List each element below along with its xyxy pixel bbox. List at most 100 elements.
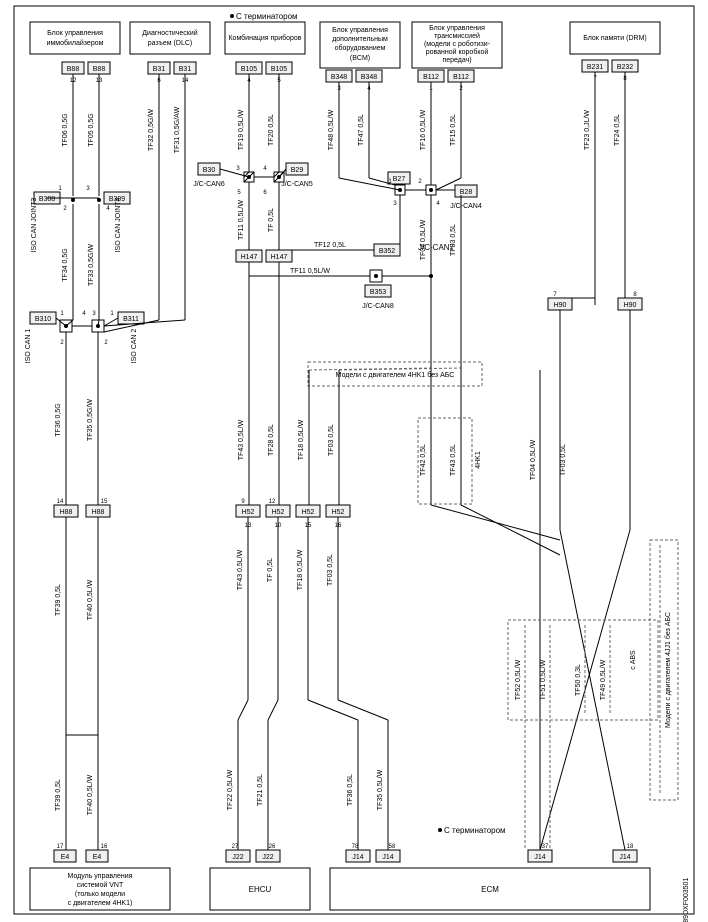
- steering-l1: Диагностический: [142, 29, 197, 37]
- conn-B348a: B348: [331, 74, 347, 81]
- svg-text:18: 18: [627, 844, 634, 850]
- wire-tf15: TF15 0,5L: [450, 114, 457, 146]
- conn-B311: B311: [123, 316, 139, 323]
- bcm-l4: (BCM): [350, 55, 370, 62]
- c-abs-label: с ABS: [630, 650, 637, 670]
- conn-B112a: B112: [423, 74, 439, 81]
- 4hk1-no-abs-label: Модели с двигателем 4HK1 без АБС: [336, 371, 455, 379]
- trans-l1: Блок управления: [429, 25, 485, 32]
- terminator-bottom-label: С терминатором: [444, 826, 506, 835]
- svg-text:1: 1: [110, 311, 114, 317]
- conn-B310: B310: [35, 316, 51, 323]
- wire-tf11: TF11 0,5L/W: [238, 200, 245, 240]
- conn-B112b: B112: [453, 74, 469, 81]
- wire-tf34: TF34 0,5G: [62, 248, 69, 281]
- jc-can5-label: J/C-CAN5: [281, 181, 313, 188]
- svg-text:17: 17: [57, 844, 64, 850]
- conn-E4b: E4: [93, 854, 102, 861]
- svg-text:4: 4: [82, 311, 86, 317]
- svg-text:12: 12: [269, 499, 276, 505]
- svg-text:37: 37: [542, 844, 549, 850]
- conn-H88b: H88: [92, 509, 105, 516]
- conn-J14c: J14: [534, 854, 545, 861]
- svg-text:2: 2: [104, 340, 108, 346]
- trans-l2: трансмиссией: [434, 32, 480, 40]
- svg-text:3: 3: [86, 186, 90, 192]
- wire-tf35b: TF35 0,5L/W: [377, 769, 384, 810]
- trans-l4: рованной коробкой: [426, 48, 489, 56]
- conn-H52a: H52: [242, 509, 255, 516]
- bcm-l1: Блок управления: [332, 27, 388, 34]
- wire-tf52: TF52 0,5L/W: [515, 659, 522, 700]
- conn-B352: B352: [379, 248, 395, 255]
- svg-text:3: 3: [393, 201, 397, 207]
- vnt-l2: системой VNT: [77, 881, 124, 889]
- conn-H147b: H147: [271, 254, 288, 261]
- terminator-top-label: С терминатором: [236, 12, 298, 21]
- conn-H52c: H52: [302, 509, 315, 516]
- iso-can1-label: ISO CAN 1: [25, 329, 32, 364]
- wire-tf35: TF35 0,5G/W: [87, 399, 94, 441]
- wire-tf43-2: TF43 0,5L/W: [237, 549, 244, 590]
- doc-id: LNW89DXF003501: [683, 878, 690, 922]
- conn-B232: B232: [617, 64, 633, 71]
- svg-text:26: 26: [269, 844, 276, 850]
- conn-J14a: J14: [352, 854, 363, 861]
- conn-H88a: H88: [60, 509, 73, 516]
- trans-l5: передач): [442, 57, 471, 64]
- svg-text:27: 27: [232, 844, 239, 850]
- jc-can6-label: J/C-CAN6: [193, 181, 225, 188]
- wire-tf40: TF40 0,5L/W: [87, 579, 94, 620]
- wire-tf24: TF24 0,5L: [614, 114, 621, 146]
- conn-B31a: B31: [153, 66, 166, 73]
- wire-tf18: TF18 0,5L/W: [298, 419, 305, 460]
- wire-tf05l: TF 0,5L: [268, 208, 275, 232]
- wire-tf36b: TF36 0,5L: [347, 774, 354, 806]
- conn-B29: B29: [291, 167, 304, 174]
- iso-j4-label: ISO CAN JOINT4: [115, 197, 122, 252]
- iso-j3-label: ISO CAN JOINT3: [31, 197, 38, 252]
- svg-text:58: 58: [389, 844, 396, 850]
- 4hk1-label: 4HK1: [475, 451, 482, 469]
- wire-tf43b: TF43 0,5L: [450, 444, 457, 476]
- wire-tf47: TF47 0,5L: [358, 114, 365, 146]
- conn-B105b: B105: [271, 66, 287, 73]
- immobilizer-l2: иммобилайзером: [47, 39, 104, 47]
- svg-text:6: 6: [263, 190, 267, 196]
- wire-tf51: TF51 0,5L/W: [540, 659, 547, 700]
- wire-tf19: TF19 0,5L/W: [238, 109, 245, 150]
- ecm-label: ECM: [481, 885, 499, 894]
- wire-tf33: TF33 0,5G/W: [88, 244, 95, 286]
- wire-tf16: TF16 0,5L/W: [420, 109, 427, 150]
- wire-tf12: TF12 0,5L: [314, 242, 346, 249]
- conn-J14b: J14: [382, 854, 393, 861]
- svg-text:9: 9: [241, 499, 245, 505]
- svg-text:4: 4: [436, 201, 440, 207]
- iso-can2-label: ISO CAN 2: [131, 329, 138, 364]
- wire-tf21: TF21 0,5L: [257, 774, 264, 806]
- wire-tf49: TF49 0,5L/W: [600, 659, 607, 700]
- wire-tf28: TF28 0,5L: [268, 424, 275, 456]
- conn-B88b: B88: [93, 66, 106, 73]
- conn-B353: B353: [370, 289, 386, 296]
- conn-B28: B28: [460, 189, 473, 196]
- wire-tf22: TF22 0,5L/W: [227, 769, 234, 810]
- svg-text:16: 16: [101, 844, 108, 850]
- conn-H147a: H147: [241, 254, 258, 261]
- conn-H90b: H90: [624, 302, 637, 309]
- wire-tf05l2: TF 0,5L: [267, 558, 274, 582]
- wire-tf18-2: TF18 0,5L/W: [297, 549, 304, 590]
- svg-text:TF40 0,5L/W: TF40 0,5L/W: [87, 774, 94, 815]
- bcm-l2: дополнительным: [332, 36, 388, 43]
- svg-text:4: 4: [263, 166, 267, 172]
- wire-tf43: TF43 0,5L/W: [238, 419, 245, 460]
- memory-label: Блок памяти (DRM): [583, 35, 647, 42]
- bcm-l3: оборудованием: [335, 44, 386, 52]
- svg-text:4: 4: [106, 206, 110, 212]
- svg-text:1: 1: [60, 311, 64, 317]
- vnt-l3: (только модели: [75, 891, 125, 898]
- jc-can8-label: J/C-CAN8: [362, 303, 394, 310]
- conn-B88a: B88: [67, 66, 80, 73]
- wire-tf03-4: TF03 0,5L: [327, 554, 334, 586]
- wire-tf23: TF23 0,JL/W: [584, 110, 591, 150]
